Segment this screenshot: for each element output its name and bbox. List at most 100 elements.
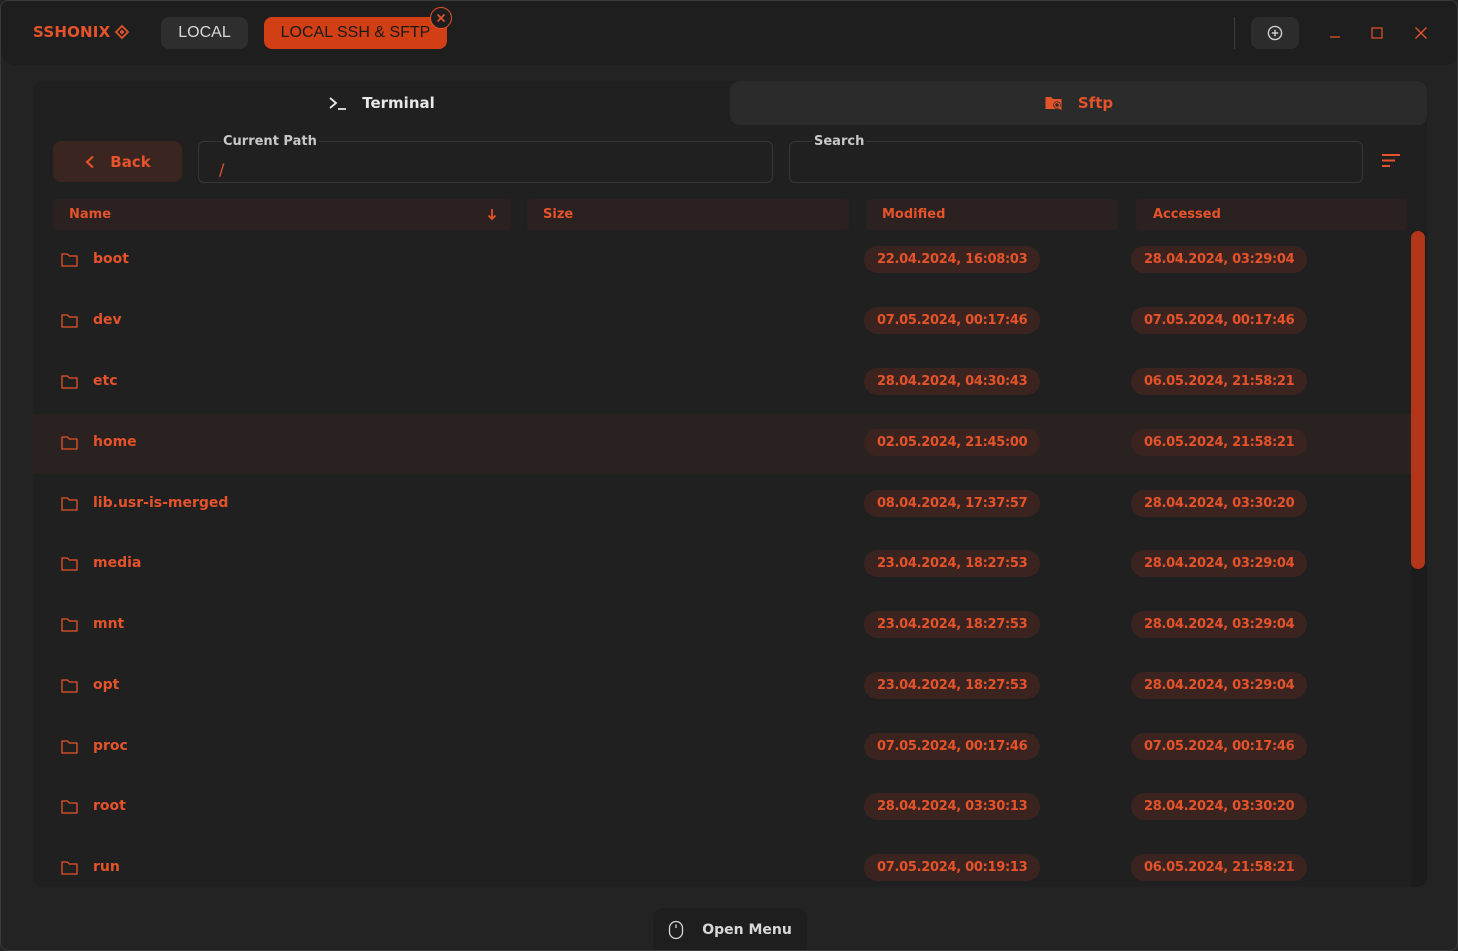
table-row[interactable]: dev 07.05.2024, 00:17:46 07.05.2024, 00:… [33,292,1411,352]
sftp-panel: Terminal Sftp Back Current Path [33,81,1427,887]
search-label: Search [812,134,867,149]
tab-local-label: LOCAL [178,24,231,41]
folder-icon [61,618,78,632]
close-icon [1415,27,1427,39]
app-window: SSHONIX LOCAL LOCAL SSH & SFTP Terminal … [0,0,1458,951]
modified-badge: 02.05.2024, 21:45:00 [864,429,1041,456]
table-row[interactable]: run 07.05.2024, 00:19:13 06.05.2024, 21:… [33,839,1411,887]
scrollbar-thumb[interactable] [1411,231,1425,569]
modified-badge: 07.05.2024, 00:17:46 [864,733,1041,760]
tab-local[interactable]: LOCAL [161,17,248,49]
file-name: boot [93,251,129,267]
back-label: Back [110,152,151,171]
file-name: home [93,434,137,450]
search-input[interactable] [790,142,1362,182]
folder-icon [61,314,78,328]
column-header-accessed[interactable]: Accessed [1136,199,1407,230]
modified-badge: 22.04.2024, 16:08:03 [864,246,1041,273]
tab-terminal-label: Terminal [362,94,435,112]
table-row[interactable]: opt 23.04.2024, 18:27:53 28.04.2024, 03:… [33,657,1411,717]
accessed-badge: 06.05.2024, 21:58:21 [1131,429,1308,456]
column-header-size[interactable]: Size [527,199,849,230]
mouse-icon [669,920,684,940]
accessed-badge: 07.05.2024, 00:17:46 [1131,733,1308,760]
modified-badge: 23.04.2024, 18:27:53 [864,550,1041,577]
table-row[interactable]: boot 22.04.2024, 16:08:03 28.04.2024, 03… [33,231,1411,291]
table-row[interactable]: etc 28.04.2024, 04:30:43 06.05.2024, 21:… [33,353,1411,413]
tab-sftp-label: Sftp [1077,94,1114,112]
maximize-icon [1371,27,1383,39]
accessed-badge: 28.04.2024, 03:30:20 [1131,490,1308,517]
modified-badge: 28.04.2024, 04:30:43 [864,368,1041,395]
current-path-label: Current Path [221,134,319,149]
tab-terminal[interactable]: Terminal [33,81,730,125]
folder-icon [61,436,78,450]
file-name: lib.usr-is-merged [93,495,229,511]
table-row[interactable]: lib.usr-is-merged 08.04.2024, 17:37:57 2… [33,475,1411,535]
folder-icon [61,253,78,267]
folder-icon [61,497,78,511]
accessed-badge: 06.05.2024, 21:58:21 [1131,854,1308,881]
file-name: dev [93,312,122,328]
tab-ssh-label: LOCAL SSH & SFTP [280,24,431,41]
table-row[interactable]: media 23.04.2024, 18:27:53 28.04.2024, 0… [33,535,1411,595]
folder-search-icon [1045,97,1062,111]
modified-badge: 23.04.2024, 18:27:53 [864,611,1041,638]
tab-local-ssh-sftp[interactable]: LOCAL SSH & SFTP [264,17,447,49]
column-accessed-label: Accessed [1153,207,1221,222]
filter-icon[interactable] [1379,149,1403,173]
close-window-button[interactable] [1407,19,1435,47]
table-row[interactable]: proc 07.05.2024, 00:17:46 07.05.2024, 00… [33,718,1411,778]
table-row[interactable]: home 02.05.2024, 21:45:00 06.05.2024, 21… [33,414,1411,474]
folder-icon [61,557,78,571]
modified-badge: 07.05.2024, 00:19:13 [864,854,1041,881]
close-icon [436,13,446,23]
file-name: opt [93,677,120,693]
minimize-button[interactable] [1321,19,1349,47]
file-name: etc [93,373,118,389]
tab-sftp[interactable]: Sftp [730,81,1427,125]
folder-icon [61,679,78,693]
folder-icon [61,375,78,389]
open-menu-button[interactable]: Open Menu [653,908,807,950]
open-menu-label: Open Menu [702,922,792,938]
modified-badge: 08.04.2024, 17:37:57 [864,490,1041,517]
sort-down-icon [487,209,497,221]
back-button[interactable]: Back [53,141,182,182]
search-field: Search [789,134,1363,183]
column-header-name[interactable]: Name [53,199,511,230]
maximize-button[interactable] [1363,19,1391,47]
new-connection-button[interactable] [1251,17,1299,49]
folder-icon [61,740,78,754]
tab-close-button[interactable] [430,7,452,29]
chevron-left-icon [85,155,95,168]
current-path-field: Current Path [198,134,773,183]
modified-badge: 07.05.2024, 00:17:46 [864,307,1041,334]
accessed-badge: 28.04.2024, 03:29:04 [1131,672,1308,699]
accessed-badge: 28.04.2024, 03:30:20 [1131,793,1308,820]
title-bar: SSHONIX LOCAL LOCAL SSH & SFTP [1,1,1457,65]
titlebar-divider [1234,17,1235,49]
mode-tabs: Terminal Sftp [33,81,1427,125]
file-name: proc [93,738,128,754]
column-name-label: Name [69,207,112,222]
accessed-badge: 07.05.2024, 00:17:46 [1131,307,1308,334]
file-list: boot 22.04.2024, 16:08:03 28.04.2024, 03… [33,231,1411,887]
folder-icon [61,800,78,814]
accessed-badge: 28.04.2024, 03:29:04 [1131,611,1308,638]
file-name: media [93,555,142,571]
table-row[interactable]: mnt 23.04.2024, 18:27:53 28.04.2024, 03:… [33,596,1411,656]
file-name: root [93,798,126,814]
minimize-icon [1330,36,1340,38]
column-size-label: Size [543,207,574,222]
file-name: run [93,859,120,875]
modified-badge: 23.04.2024, 18:27:53 [864,672,1041,699]
accessed-badge: 06.05.2024, 21:58:21 [1131,368,1308,395]
column-header-modified[interactable]: Modified [866,199,1118,230]
file-name: mnt [93,616,125,632]
accessed-badge: 28.04.2024, 03:29:04 [1131,550,1308,577]
add-circle-icon [1267,25,1283,41]
table-row[interactable]: root 28.04.2024, 03:30:13 28.04.2024, 03… [33,778,1411,838]
brand-logo: SSHONIX [33,23,130,41]
terminal-icon [329,97,347,110]
